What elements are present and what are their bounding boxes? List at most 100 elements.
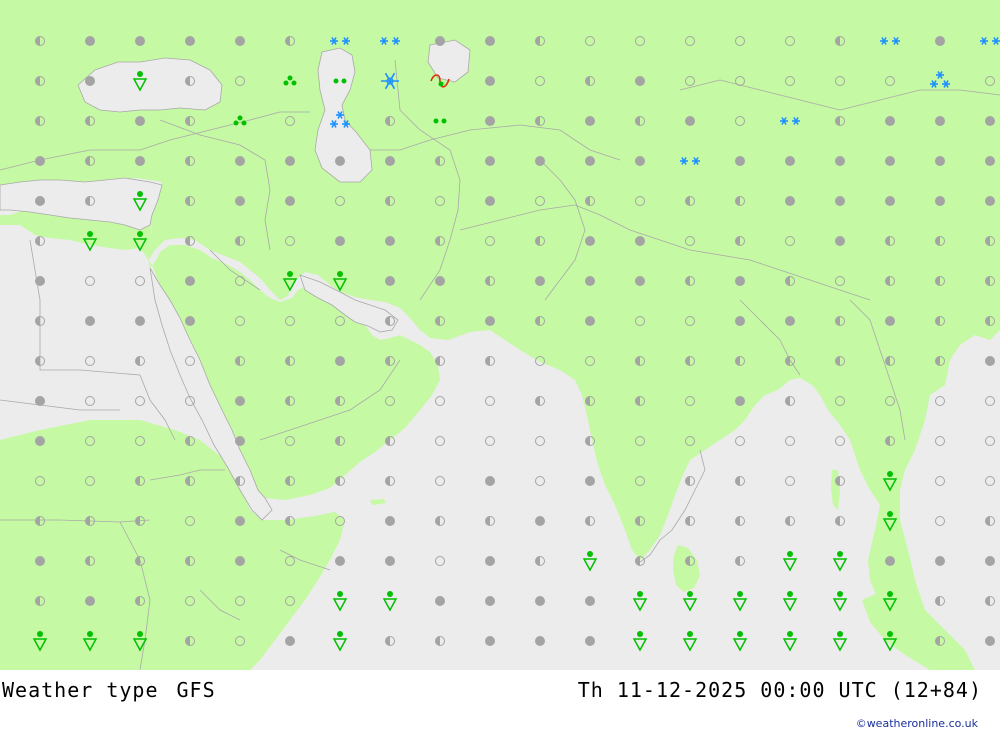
weather-symbol-filled [485,196,495,206]
weather-symbol-filled [185,276,195,286]
weather-symbol-filled [185,36,195,46]
weather-symbol-filled [135,36,145,46]
weather-symbol-filled [385,276,395,286]
weather-symbol-filled [235,516,245,526]
weather-symbol-filled [835,196,845,206]
weather-symbol-filled [685,116,695,126]
weather-symbol-filled [235,196,245,206]
weather-symbol-filled [235,396,245,406]
weather-symbol-filled [135,116,145,126]
weather-symbol-filled [985,636,995,646]
weather-symbol-filled [735,156,745,166]
weather-symbol-filled [335,236,345,246]
weather-symbol-filled [35,396,45,406]
map-title: Weather type GFS [2,678,216,702]
weather-symbol-filled [335,556,345,566]
weather-symbol-filled [485,76,495,86]
weather-symbol-filled [585,276,595,286]
weather-symbol-filled [935,196,945,206]
weather-symbol-filled [735,276,745,286]
weather-symbol-filled [435,276,445,286]
weather-symbol-filled [485,156,495,166]
weather-symbol-filled [535,636,545,646]
weather-symbol-filled [85,76,95,86]
weather-symbol-filled [35,156,45,166]
weather-symbol-filled [935,156,945,166]
weather-symbol-filled [785,316,795,326]
weather-symbol-filled [985,556,995,566]
weather-symbol-filled [585,116,595,126]
weather-symbol-filled [435,36,445,46]
weather-symbol-filled [85,36,95,46]
weather-symbol-filled [285,156,295,166]
weather-symbol-filled [485,596,495,606]
weather-symbol-filled [985,196,995,206]
weather-symbol-filled [485,476,495,486]
weather-symbol-filled [135,316,145,326]
weather-symbol-filled [885,196,895,206]
weather-symbol-filled [235,36,245,46]
weather-symbol-filled [585,596,595,606]
weather-symbol-filled [85,316,95,326]
weather-symbol-filled [185,316,195,326]
weather-symbol-filled [635,276,645,286]
weather-symbol-filled [285,196,295,206]
weather-symbol-filled [985,156,995,166]
weather-symbol-filled [35,556,45,566]
weather-symbol-filled [485,556,495,566]
weather-symbol-filled [635,236,645,246]
weather-symbol-filled [35,276,45,286]
weather-symbol-filled [385,516,395,526]
weather-symbol-filled [385,156,395,166]
weather-symbol-filled [585,236,595,246]
weather-symbol-filled [485,636,495,646]
weather-symbol-filled [235,436,245,446]
weather-symbol-filled [635,76,645,86]
weather-symbol-filled [385,556,395,566]
model-name: GFS [176,678,216,702]
weather-symbol-filled [935,36,945,46]
weather-symbol-filled [935,116,945,126]
weather-symbol-filled [885,116,895,126]
weather-symbol-filled [135,156,145,166]
weather-map[interactable] [0,0,1000,670]
weather-symbol-filled [985,116,995,126]
weather-symbol-filled [885,316,895,326]
weather-symbol-filled [485,316,495,326]
weather-symbol-filled [785,156,795,166]
weather-symbol-filled [535,156,545,166]
weather-symbol-filled [785,196,795,206]
title-text: Weather type [2,678,159,702]
weather-symbol-filled [485,116,495,126]
weather-symbol-filled [335,156,345,166]
weather-symbol-filled [885,156,895,166]
weather-symbol-filled [735,396,745,406]
weather-symbol-filled [735,316,745,326]
weather-symbol-filled [535,516,545,526]
weather-symbol-filled [585,316,595,326]
weather-symbol-filled [285,636,295,646]
weather-symbol-filled [235,556,245,566]
weather-symbol-filled [585,636,595,646]
weather-symbol-filled [435,596,445,606]
weather-symbol-filled [85,596,95,606]
weather-symbol-filled [235,156,245,166]
credit-link[interactable]: ©weatheronline.co.uk [856,717,978,730]
weather-symbol-filled [635,156,645,166]
weather-symbol-filled [385,236,395,246]
weather-symbol-filled [35,196,45,206]
weather-symbol-filled [35,436,45,446]
weather-symbol-filled [885,556,895,566]
weather-symbol-filled [835,156,845,166]
weather-symbol-filled [485,36,495,46]
weather-symbol-filled [935,556,945,566]
weather-symbol-filled [985,356,995,366]
weather-symbol-filled [585,156,595,166]
valid-time: Th 11-12-2025 00:00 UTC (12+84) [577,678,982,702]
weather-symbol-filled [535,596,545,606]
weather-symbol-filled [585,476,595,486]
footer: Weather type GFS Th 11-12-2025 00:00 UTC … [0,670,1000,733]
weather-symbol-filled [835,236,845,246]
weather-symbol-filled [535,276,545,286]
weather-symbol-filled [335,356,345,366]
